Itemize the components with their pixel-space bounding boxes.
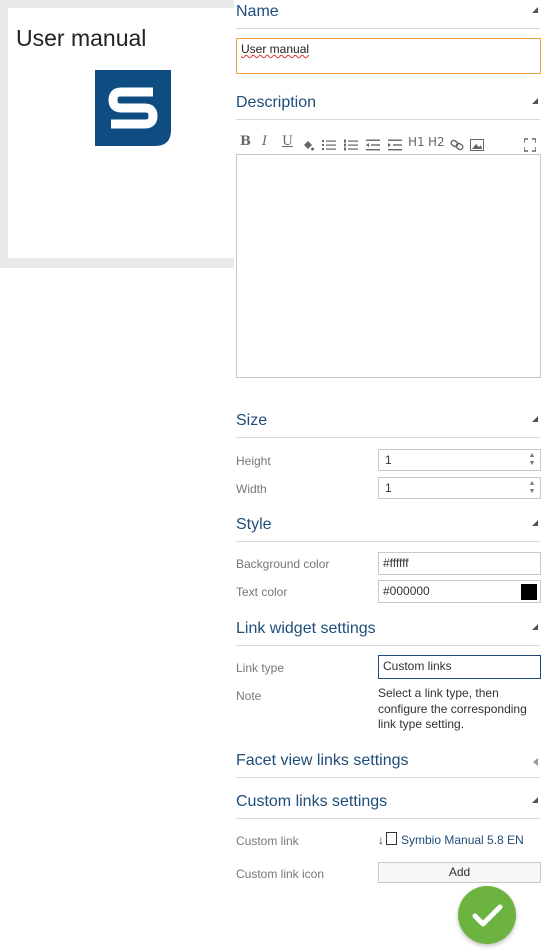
heading1-button[interactable]: H1 — [408, 133, 425, 151]
note-text: Select a link type, then configure the c… — [378, 686, 527, 731]
description-editor[interactable] — [236, 154, 541, 378]
heading2-button[interactable]: H2 — [428, 133, 445, 151]
collapse-icon — [532, 7, 538, 13]
height-stepper[interactable]: 1 ▲ ▼ — [378, 449, 541, 471]
outdent-icon[interactable] — [366, 136, 380, 154]
name-section-header[interactable]: Name — [236, 0, 540, 29]
collapse-icon — [532, 797, 538, 803]
description-section-header[interactable]: Description — [236, 91, 540, 120]
image-icon[interactable] — [470, 136, 484, 154]
custom-links-section-header[interactable]: Custom links settings — [236, 790, 540, 819]
link-type-value: Custom links — [383, 659, 452, 673]
checkbox-icon[interactable] — [386, 832, 397, 845]
height-label: Height — [236, 454, 271, 468]
section-title: Link widget settings — [236, 620, 376, 637]
stepper-arrows-icon[interactable]: ▲ ▼ — [528, 480, 536, 496]
link-widget-section-header[interactable]: Link widget settings — [236, 617, 540, 646]
background-color-field[interactable]: #ffffff — [378, 552, 541, 575]
section-title: Size — [236, 412, 268, 429]
section-title: Style — [236, 516, 272, 533]
paint-bucket-icon[interactable] — [302, 136, 314, 154]
widget-preview: User manual — [0, 0, 234, 268]
italic-button[interactable]: I — [262, 133, 267, 151]
bullet-list-icon[interactable] — [322, 136, 336, 154]
settings-panel: Name User manual Description B I U H1 H2… — [234, 0, 546, 951]
text-color-field[interactable]: #000000 — [378, 580, 541, 603]
width-label: Width — [236, 482, 267, 496]
name-input[interactable]: User manual — [236, 38, 541, 74]
underline-button[interactable]: U — [282, 133, 293, 151]
height-value: 1 — [385, 453, 392, 467]
custom-link-item[interactable]: ↓ Symbio Manual 5.8 EN — [378, 832, 524, 847]
collapse-icon — [532, 520, 538, 526]
section-title: Custom links settings — [236, 793, 388, 810]
section-title: Facet view links settings — [236, 752, 409, 769]
color-swatch[interactable] — [521, 584, 537, 600]
expand-icon — [533, 758, 538, 766]
background-color-label: Background color — [236, 557, 330, 571]
editor-toolbar: B I U H1 H2 — [240, 133, 540, 154]
width-stepper[interactable]: 1 ▲ ▼ — [378, 477, 541, 499]
link-type-label: Link type — [236, 661, 285, 675]
size-section-header[interactable]: Size — [236, 409, 540, 438]
fullscreen-icon[interactable] — [524, 136, 536, 154]
stepper-arrows-icon[interactable]: ▲ ▼ — [528, 452, 536, 468]
facet-section-header[interactable]: Facet view links settings — [236, 749, 540, 778]
width-value: 1 — [385, 481, 392, 495]
add-button[interactable]: Add — [378, 862, 541, 883]
name-input-value: User manual — [241, 42, 310, 56]
collapse-icon — [532, 416, 538, 422]
custom-link-name[interactable]: Symbio Manual 5.8 EN — [401, 833, 524, 847]
custom-link-label: Custom link — [236, 834, 299, 848]
text-color-label: Text color — [236, 585, 288, 599]
background-color-value: #ffffff — [383, 556, 409, 570]
section-title: Description — [236, 94, 317, 111]
symbio-s-logo-icon — [95, 70, 171, 146]
link-type-select[interactable]: Custom links — [378, 655, 541, 679]
indent-icon[interactable] — [388, 136, 402, 154]
text-color-value: #000000 — [383, 584, 430, 598]
collapse-icon — [532, 98, 538, 104]
style-section-header[interactable]: Style — [236, 513, 540, 542]
bold-button[interactable]: B — [240, 133, 251, 151]
sort-arrow-icon[interactable]: ↓ — [378, 833, 384, 847]
note-label: Note — [236, 689, 262, 703]
checkmark-icon — [472, 904, 503, 927]
confirm-button[interactable] — [458, 886, 516, 944]
section-title: Name — [236, 3, 279, 20]
custom-link-icon-label: Custom link icon — [236, 867, 325, 881]
link-icon[interactable] — [450, 136, 464, 154]
preview-title: User manual — [16, 25, 147, 51]
collapse-icon — [532, 624, 538, 630]
numbered-list-icon[interactable] — [344, 136, 358, 154]
